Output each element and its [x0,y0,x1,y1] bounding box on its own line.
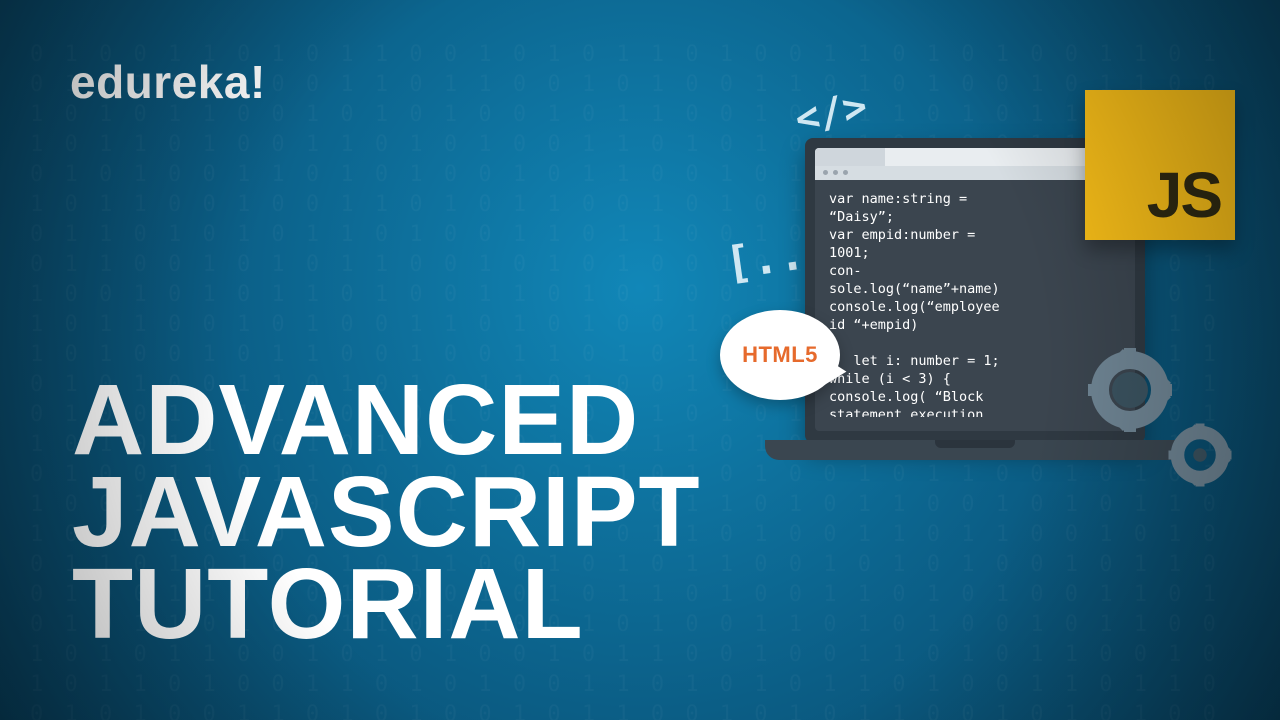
title-line-1: ADVANCED [72,374,701,466]
brand-bang: ! [250,56,266,108]
title-line-2: JAVASCRIPT [72,466,701,558]
gear-icon [1075,335,1255,510]
laptop-illustration: </> [...] var name:string = “Daisy”; var… [665,70,1225,520]
js-badge-text: JS [1147,158,1221,232]
html5-label: HTML5 [742,342,818,368]
title-line-3: TUTORIAL [72,558,701,650]
slide-title: ADVANCED JAVASCRIPT TUTORIAL [72,374,701,650]
html5-speech-bubble: HTML5 [720,310,840,400]
angle-bracket-icon: </> [791,83,871,143]
brand-text: edureka [70,56,250,108]
javascript-badge: JS [1085,90,1235,240]
brand-logo: edureka! [70,55,266,109]
